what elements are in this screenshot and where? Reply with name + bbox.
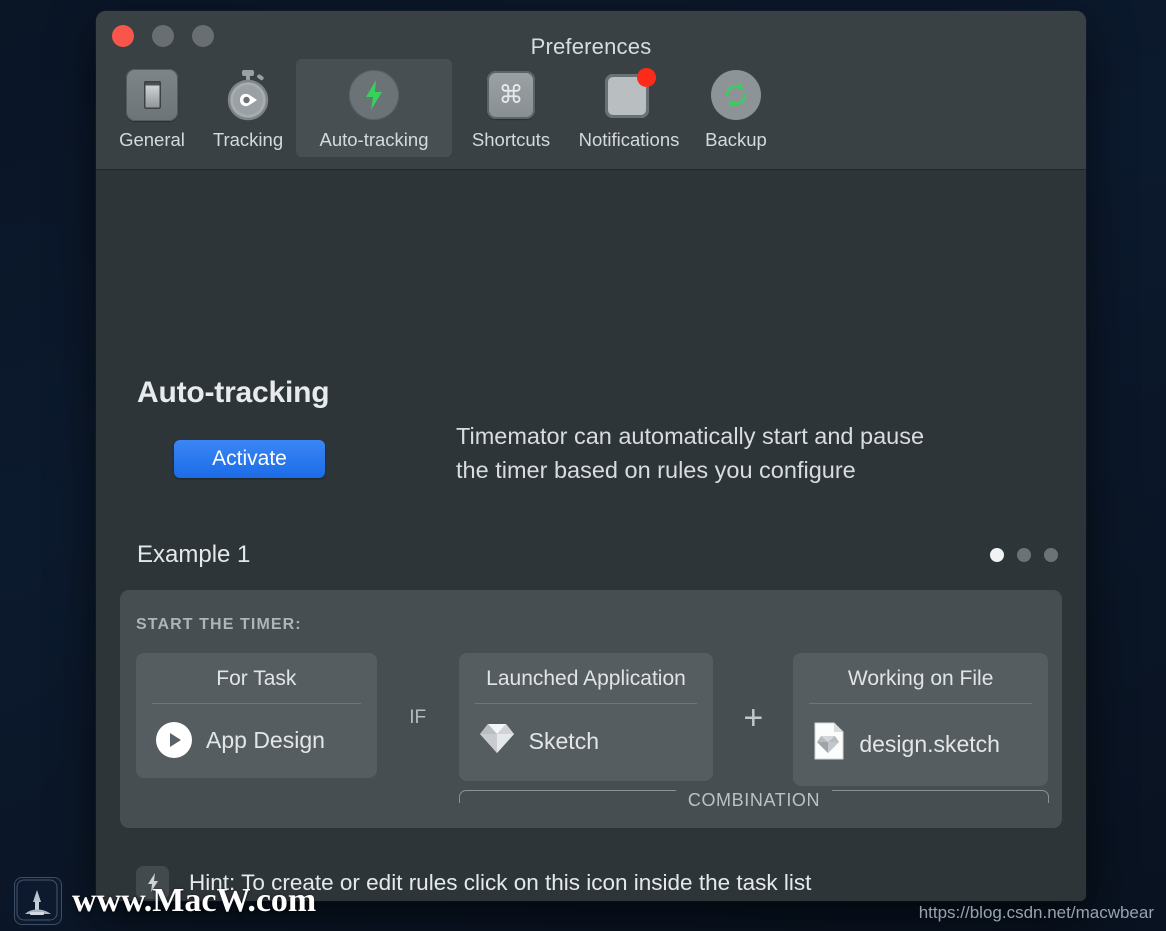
combination-bracket: COMBINATION (459, 783, 1049, 810)
desktop-background: Preferences General Tracking Auto-tracki… (0, 0, 1166, 931)
tab-backup[interactable]: Backup (688, 59, 784, 157)
rule-panel-label: START THE TIMER: (136, 616, 302, 633)
page-dots[interactable] (990, 548, 1058, 562)
rule-card-working-on-file-value: design.sketch (859, 730, 1000, 757)
tab-tracking-label: Tracking (212, 129, 284, 150)
page-dot-2[interactable] (1017, 548, 1031, 562)
preferences-window: Preferences General Tracking Auto-tracki… (96, 11, 1086, 901)
light-switch-icon (124, 67, 180, 123)
activate-button[interactable]: Activate (174, 440, 325, 478)
rule-card-for-task-value: App Design (206, 726, 325, 753)
preferences-content: Auto-tracking Activate Timemator can aut… (96, 170, 1086, 901)
joiner-if-label: IF (409, 707, 427, 728)
tab-notifications[interactable]: Notifications (570, 59, 688, 157)
blog-url-text: https://blog.csdn.net/macwbear (918, 903, 1154, 922)
command-key-icon: ⌘ (483, 67, 539, 123)
sketch-file-icon (813, 722, 845, 766)
watermark-text: www.MacW.com (72, 882, 317, 919)
rule-card-launched-application-value-row: Sketch (459, 704, 714, 781)
preferences-tab-bar: General Tracking Auto-tracking ⌘ Shortcu… (104, 59, 784, 157)
tab-tracking[interactable]: Tracking (200, 59, 296, 157)
refresh-circle-icon (708, 67, 764, 123)
notification-square-icon (601, 67, 657, 123)
rule-card-working-on-file-value-row: design.sketch (793, 704, 1048, 786)
intro-line-2: the timer based on rules you configure (456, 457, 856, 483)
joiner-plus-label: + (743, 698, 764, 737)
page-dot-3[interactable] (1044, 548, 1058, 562)
intro-description: Timemator can automatically start and pa… (456, 419, 1036, 487)
tab-shortcuts-label: Shortcuts (471, 129, 551, 150)
bracket-right (832, 789, 1049, 803)
tab-shortcuts[interactable]: ⌘ Shortcuts (452, 59, 570, 157)
intro-line-1: Timemator can automatically start and pa… (456, 423, 925, 449)
rule-card-launched-application[interactable]: Launched Application Sketch (458, 653, 714, 781)
play-circle-icon (156, 722, 192, 758)
tab-auto-tracking-label: Auto-tracking (319, 129, 429, 150)
tab-auto-tracking[interactable]: Auto-tracking (296, 59, 452, 157)
bracket-left (459, 789, 676, 803)
page-dot-1[interactable] (990, 548, 1004, 562)
rule-card-for-task[interactable]: For Task App Design (136, 653, 377, 778)
rule-panel: START THE TIMER: For Task App Design IF … (120, 590, 1062, 828)
rule-card-launched-application-title: Launched Application (486, 667, 686, 690)
window-toolbar: Preferences General Tracking Auto-tracki… (96, 11, 1086, 170)
rule-card-working-on-file-title: Working on File (847, 667, 994, 690)
lightning-bolt-icon (346, 67, 402, 123)
page-title: Auto-tracking (137, 376, 330, 409)
rule-card-for-task-value-row: App Design (136, 704, 377, 778)
sketch-diamond-icon (479, 722, 515, 761)
notification-badge-icon (637, 68, 656, 87)
tab-backup-label: Backup (705, 129, 767, 150)
rule-card-for-task-title: For Task (216, 667, 297, 690)
tab-notifications-label: Notifications (578, 129, 680, 150)
tab-general[interactable]: General (104, 59, 200, 157)
rule-cards-row: For Task App Design IF Launched Applicat… (136, 653, 1048, 786)
window-title: Preferences (530, 34, 652, 59)
rule-card-working-on-file[interactable]: Working on File design.sketch (793, 653, 1048, 786)
macw-logo-icon (14, 877, 62, 925)
stopwatch-icon (220, 67, 276, 123)
example-title: Example 1 (137, 541, 251, 568)
combination-label: COMBINATION (687, 789, 821, 810)
rule-card-launched-application-value: Sketch (528, 728, 599, 754)
site-watermark: www.MacW.com (14, 877, 316, 925)
tab-general-label: General (119, 129, 185, 150)
example-header: Example 1 (137, 541, 1058, 569)
